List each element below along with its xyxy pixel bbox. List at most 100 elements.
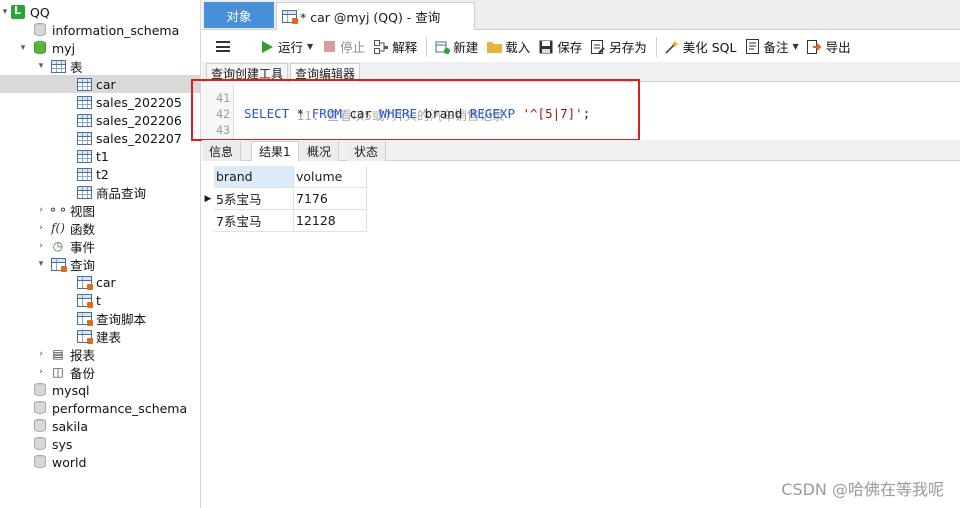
tree-db-information-schema[interactable]: information_schema — [0, 21, 200, 39]
explain-label: 解释 — [392, 40, 418, 55]
menu-icon[interactable] — [216, 41, 230, 52]
table-cell[interactable]: 7176 — [294, 188, 367, 210]
table-label: sales_202207 — [96, 130, 182, 146]
tab-query-editor-mode[interactable]: 查询编辑器 — [290, 63, 361, 82]
table-icon — [76, 94, 92, 110]
tree-group-tables[interactable]: ▾ 表 — [0, 57, 200, 75]
tree-connection-qq[interactable]: ▾ QQ — [0, 3, 200, 21]
tab-status-label: 状态 — [354, 144, 379, 159]
tree-group-reports[interactable]: › ▤ 报表 — [0, 345, 200, 363]
result-grid[interactable]: brand volume ▶ 5系宝马 7176 7系宝马 12128 — [202, 162, 960, 508]
expand-arrow-icon[interactable]: › — [36, 219, 46, 237]
tree-table-sales-202206[interactable]: sales_202206 — [0, 111, 200, 129]
tab-objects[interactable]: 对象 — [204, 2, 274, 28]
tab-query-builder[interactable]: 查询创建工具 — [206, 63, 289, 82]
dropdown-caret-icon[interactable]: ▼ — [793, 42, 799, 51]
load-button[interactable]: 载入 — [483, 35, 533, 59]
tree-group-views[interactable]: › ⚬⚬ 视图 — [0, 201, 200, 219]
expand-arrow-icon[interactable]: › — [36, 363, 46, 381]
tree-db-world[interactable]: world — [0, 453, 200, 471]
folder-icon — [486, 39, 502, 55]
save-as-label: 另存为 — [609, 40, 647, 55]
tab-profile[interactable]: 概况 — [300, 141, 340, 161]
note-label: 备注 — [763, 40, 789, 55]
tree-query-t[interactable]: t — [0, 291, 200, 309]
collapse-arrow-icon[interactable]: ▾ — [18, 39, 28, 57]
new-label: 新建 — [453, 40, 479, 55]
glasses-icon: ⚬⚬ — [47, 203, 69, 217]
clock-icon: ◷ — [52, 239, 64, 253]
query-group-icon — [50, 256, 67, 272]
database-label: performance_schema — [52, 400, 188, 416]
table-cell[interactable]: 5系宝马 — [214, 188, 294, 210]
tree-group-events[interactable]: › ◷ 事件 — [0, 237, 200, 255]
sql-keyword: REGEXP — [469, 106, 515, 121]
tree-table-t2[interactable]: t2 — [0, 165, 200, 183]
column-header-brand[interactable]: brand — [214, 166, 294, 188]
tab-status[interactable]: 状态 — [347, 141, 387, 161]
tree-db-myj[interactable]: ▾ myj — [0, 39, 200, 57]
query-icon — [76, 292, 93, 308]
new-query-icon — [434, 39, 450, 55]
database-icon — [32, 22, 48, 38]
group-label: 查询 — [70, 257, 96, 273]
expand-arrow-icon[interactable]: › — [36, 345, 46, 363]
tab-query-editor[interactable]: * car @myj (QQ) - 查询 — [276, 2, 475, 30]
sql-editor[interactable]: 41 42 43 -- 11. 查看以5或7开头的汽车销售记录 SELECT *… — [202, 83, 960, 140]
stop-button[interactable]: 停止 — [318, 35, 368, 59]
table-label: sales_202205 — [96, 94, 182, 110]
table-cell[interactable]: 12128 — [294, 210, 367, 232]
tree-group-queries[interactable]: ▾ 查询 — [0, 255, 200, 273]
tree-db-sys[interactable]: sys — [0, 435, 200, 453]
tree-db-performance-schema[interactable]: performance_schema — [0, 399, 200, 417]
group-label: 备份 — [70, 365, 96, 381]
tree-query-car[interactable]: car — [0, 273, 200, 291]
tab-info[interactable]: 信息 — [202, 141, 242, 161]
collapse-arrow-icon[interactable]: ▾ — [36, 255, 46, 273]
table-cell[interactable]: 7系宝马 — [214, 210, 294, 232]
line-number: 43 — [216, 123, 230, 137]
group-label: 报表 — [70, 347, 96, 363]
tree-query-create-table[interactable]: 建表 — [0, 327, 200, 345]
dropdown-caret-icon[interactable]: ▼ — [307, 42, 313, 51]
save-button[interactable]: 保存 — [535, 35, 585, 59]
new-button[interactable]: 新建 — [431, 35, 481, 59]
tree-group-functions[interactable]: › f() 函数 — [0, 219, 200, 237]
expand-arrow-icon[interactable]: › — [36, 237, 46, 255]
collapse-arrow-icon[interactable]: ▾ — [36, 57, 46, 75]
expand-arrow-icon[interactable]: › — [36, 201, 46, 219]
query-label: t — [96, 292, 101, 308]
tree-table-sales-202207[interactable]: sales_202207 — [0, 129, 200, 147]
tree-table-t1[interactable]: t1 — [0, 147, 200, 165]
database-label: myj — [52, 40, 76, 56]
export-button[interactable]: 导出 — [804, 35, 854, 59]
explain-button[interactable]: 解释 — [370, 35, 420, 59]
table-label: car — [96, 76, 116, 92]
tree-db-mysql[interactable]: mysql — [0, 381, 200, 399]
sql-identifier: car — [341, 106, 380, 121]
tree-table-sales-202205[interactable]: sales_202205 — [0, 93, 200, 111]
table-icon — [76, 184, 92, 200]
query-icon — [76, 310, 93, 326]
beautify-sql-button[interactable]: 美化 SQL — [661, 35, 740, 59]
tree-table-product-query[interactable]: 商品查询 — [0, 183, 200, 201]
save-as-button[interactable]: 另存为 — [587, 35, 650, 59]
database-open-icon — [32, 40, 48, 56]
collapse-arrow-icon[interactable]: ▾ — [0, 3, 10, 21]
column-header-volume[interactable]: volume — [294, 166, 367, 188]
run-button[interactable]: 运行 ▼ — [256, 35, 316, 59]
watermark: CSDN @哈佛在等我呢 — [781, 480, 944, 499]
tree-group-backups[interactable]: › ◫ 备份 — [0, 363, 200, 381]
tree-query-script[interactable]: 查询脚本 — [0, 309, 200, 327]
code-line-42: SELECT * FROM car WHERE brand REGEXP '^[… — [244, 106, 590, 121]
cell-value: 7系宝马 — [216, 214, 262, 229]
database-label: world — [52, 454, 87, 470]
tree-db-sakila[interactable]: sakila — [0, 417, 200, 435]
sql-keyword: FROM — [311, 106, 342, 121]
note-button[interactable]: 备注 ▼ — [741, 35, 801, 59]
report-icon: ▤ — [52, 347, 64, 361]
line-number: 42 — [216, 107, 230, 121]
group-label: 表 — [70, 59, 83, 75]
tab-result1[interactable]: 结果1 — [251, 141, 299, 161]
tree-table-car[interactable]: car — [0, 75, 200, 93]
